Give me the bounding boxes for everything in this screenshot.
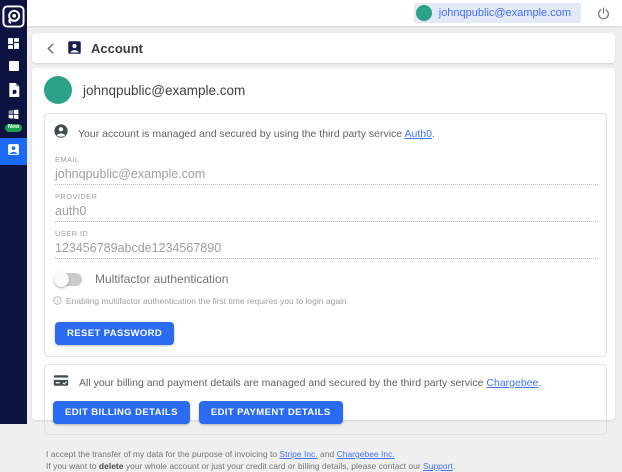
info-icon: [53, 292, 62, 310]
square-icon: [8, 59, 20, 77]
sidebar: New: [0, 0, 27, 424]
user-avatar: [416, 5, 432, 21]
delete-emphasis: delete: [99, 461, 124, 471]
auth0-link[interactable]: Auth0: [404, 128, 431, 140]
document-icon: [8, 83, 20, 102]
auth-section: Your account is managed and secured by u…: [44, 113, 607, 357]
back-chevron-icon[interactable]: [46, 42, 58, 54]
stripe-link[interactable]: Stripe Inc.: [279, 449, 317, 459]
user-email: johnqpublic@example.com: [439, 7, 571, 19]
credit-card-icon: [53, 374, 69, 392]
billing-section: All your billing and payment details are…: [44, 364, 607, 435]
account-email-heading: johnqpublic@example.com: [83, 83, 245, 98]
reset-password-button[interactable]: RESET PASSWORD: [55, 322, 174, 345]
chargebee-inc-link[interactable]: Chargebee Inc.: [337, 449, 395, 459]
email-field: EMAIL johnqpublic@example.com: [55, 155, 598, 185]
support-link[interactable]: Support: [423, 461, 453, 471]
edit-payment-details-button[interactable]: EDIT PAYMENT DETAILS: [199, 401, 343, 424]
auth-notice-text: Your account is managed and secured by u…: [78, 128, 435, 140]
email-field-value: johnqpublic@example.com: [55, 167, 598, 181]
account-heading-row: johnqpublic@example.com: [44, 76, 607, 104]
page-title: Account: [91, 41, 143, 56]
sidebar-item-square[interactable]: [0, 55, 27, 81]
provider-field-label: PROVIDER: [55, 192, 598, 201]
account-box-icon: [67, 39, 82, 57]
account-avatar: [44, 76, 72, 104]
mfa-row: Multifactor authentication: [55, 272, 600, 286]
topbar: johnqpublic@example.com: [27, 0, 622, 26]
mfa-toggle-knob: [54, 272, 69, 287]
edit-billing-details-button[interactable]: EDIT BILLING DETAILS: [53, 401, 190, 424]
user-menu-chip[interactable]: johnqpublic@example.com: [414, 3, 581, 23]
mfa-toggle[interactable]: [55, 273, 82, 286]
chargebee-link[interactable]: Chargebee: [486, 377, 538, 389]
sidebar-item-integrations[interactable]: New: [0, 107, 27, 127]
mfa-info-text: Enabling multifactor authentication the …: [66, 296, 347, 306]
billing-buttons-row: EDIT BILLING DETAILS EDIT PAYMENT DETAIL…: [53, 401, 600, 424]
account-box-icon: [7, 143, 20, 161]
page-header: Account: [32, 33, 615, 63]
auth-notice-row: Your account is managed and secured by u…: [51, 121, 600, 148]
user-id-field-value: 123456789abcde1234567890: [55, 241, 598, 255]
account-card: johnqpublic@example.com Your account is …: [32, 68, 615, 420]
account-circle-icon: [53, 123, 69, 144]
provider-field: PROVIDER auth0: [55, 192, 598, 222]
footer-line-1: I accept the transfer of my data for the…: [46, 448, 607, 460]
mfa-info-row: Enabling multifactor authentication the …: [53, 292, 600, 310]
legal-footer: I accept the transfer of my data for the…: [46, 448, 607, 472]
app-logo-icon[interactable]: [2, 5, 25, 28]
sidebar-item-account[interactable]: [0, 138, 27, 165]
logout-power-icon[interactable]: [597, 7, 610, 20]
dashboard-icon: [7, 37, 20, 55]
user-id-field: USER ID 123456789abcde1234567890: [55, 229, 598, 259]
user-id-field-label: USER ID: [55, 229, 598, 238]
provider-field-value: auth0: [55, 204, 598, 218]
mfa-label: Multifactor authentication: [95, 272, 228, 286]
billing-notice-row: All your billing and payment details are…: [51, 374, 600, 392]
footer-line-2: If you want to delete your whole account…: [46, 460, 607, 472]
sidebar-item-document[interactable]: [0, 79, 27, 105]
email-field-label: EMAIL: [55, 155, 598, 164]
billing-notice-text: All your billing and payment details are…: [79, 377, 541, 389]
new-badge: New: [5, 124, 22, 132]
